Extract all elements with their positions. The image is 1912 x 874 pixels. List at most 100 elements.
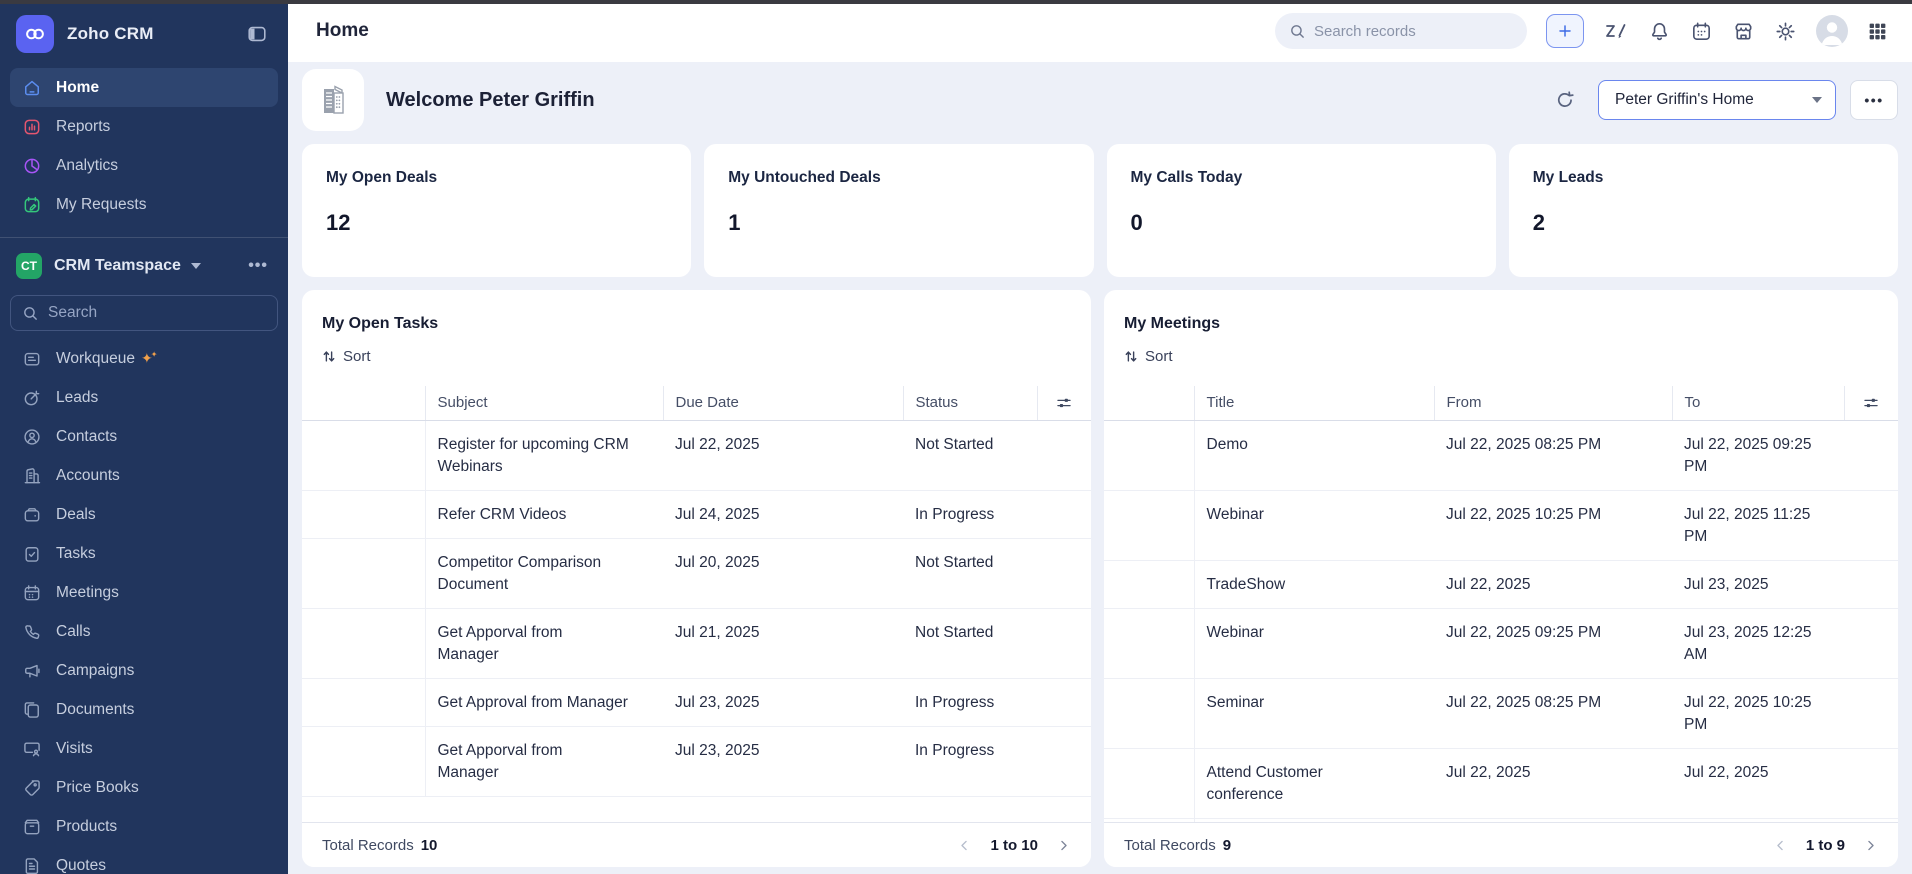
sidebar-primary-nav: Home Reports Analytics My Requests: [0, 68, 288, 224]
page-range: 1 to 9: [1805, 836, 1845, 854]
sidebar-item-calls[interactable]: Calls: [10, 612, 278, 651]
meeting-row[interactable]: TradeShow Jul 22, 2025 Jul 23, 2025: [1104, 560, 1898, 609]
global-search[interactable]: [1275, 13, 1527, 49]
settings-gear-icon[interactable]: [1774, 20, 1797, 43]
sidebar-item-visits[interactable]: Visits: [10, 729, 278, 768]
task-row[interactable]: Get Apporval from Manager Jul 23, 2025 I…: [302, 726, 1091, 797]
sidebar-item-leads[interactable]: Leads: [10, 378, 278, 417]
sidebar-item-contacts[interactable]: Contacts: [10, 417, 278, 456]
sidebar-item-tasks[interactable]: Tasks: [10, 534, 278, 573]
stat-card-open-deals[interactable]: My Open Deals 12: [302, 144, 692, 277]
sidebar-item-quotes[interactable]: Quotes: [10, 846, 278, 874]
top-bar-actions: [1275, 13, 1888, 49]
column-header-status[interactable]: Status: [902, 386, 1037, 421]
task-subject: Competitor Comparison Document: [424, 538, 663, 609]
brand-name: Zoho CRM: [67, 24, 154, 43]
meeting-to: Jul 23, 2025 12:25 AM: [1672, 608, 1844, 679]
sidebar-item-meetings[interactable]: Meetings: [10, 573, 278, 612]
sidebar-search-input[interactable]: [48, 304, 218, 322]
user-avatar[interactable]: [1816, 15, 1848, 47]
sidebar-item-workqueue[interactable]: Workqueue ✦✦: [10, 339, 278, 378]
sidebar-item-products[interactable]: Products: [10, 807, 278, 846]
meeting-row[interactable]: Demo Jul 22, 2025 08:25 PM Jul 22, 2025 …: [1104, 420, 1898, 491]
workqueue-icon: [22, 349, 42, 369]
stat-card-label: My Leads: [1532, 169, 1604, 186]
column-header-subject[interactable]: Subject: [424, 386, 663, 421]
calls-icon: [22, 622, 42, 642]
task-row[interactable]: Get Approval from Manager Jul 23, 2025 I…: [302, 678, 1091, 727]
more-options-button[interactable]: •••: [1850, 80, 1898, 120]
stat-card-calls-today[interactable]: My Calls Today 0: [1106, 144, 1496, 277]
home-view-dropdown-value: Peter Griffin's Home: [1615, 91, 1754, 108]
home-view-dropdown[interactable]: Peter Griffin's Home: [1598, 80, 1836, 120]
sidebar-item-label: Workqueue: [56, 349, 135, 367]
stat-card-leads[interactable]: My Leads 2: [1508, 144, 1898, 277]
task-row[interactable]: Refer CRM Videos Jul 24, 2025 In Progres…: [302, 490, 1091, 539]
sidebar-item-reports[interactable]: Reports: [10, 107, 278, 146]
sidebar-item-campaigns[interactable]: Campaigns: [10, 651, 278, 690]
sidebar-item-home[interactable]: Home: [10, 68, 278, 107]
meeting-row[interactable]: Seminar Jul 22, 2025 08:25 PM Jul 22, 20…: [1104, 678, 1898, 749]
column-header-to[interactable]: To: [1671, 386, 1844, 421]
sidebar-item-price-books[interactable]: Price Books: [10, 768, 278, 807]
previous-page-icon[interactable]: [1773, 838, 1788, 853]
zoho-crm-logo[interactable]: [16, 15, 54, 53]
notifications-bell-icon[interactable]: [1648, 20, 1671, 43]
sidebar-item-documents[interactable]: Documents: [10, 690, 278, 729]
sidebar-search[interactable]: [10, 295, 278, 331]
calendar-icon[interactable]: [1690, 20, 1713, 43]
column-settings-icon[interactable]: [1055, 394, 1073, 412]
teamspace-selector[interactable]: CT CRM Teamspace •••: [0, 241, 288, 291]
column-header-due-date[interactable]: Due Date: [662, 386, 903, 421]
meetings-sort-button[interactable]: Sort: [1124, 348, 1173, 365]
sidebar-item-accounts[interactable]: Accounts: [10, 456, 278, 495]
zia-icon[interactable]: [1603, 19, 1629, 43]
global-search-input[interactable]: [1314, 22, 1484, 40]
row-select-cell: [302, 538, 425, 609]
stat-card-untouched-deals[interactable]: My Untouched Deals 1: [704, 144, 1094, 277]
sidebar-item-label: Analytics: [56, 156, 119, 174]
quick-create-button[interactable]: [1546, 14, 1584, 48]
meeting-title: Seminar: [1193, 678, 1434, 749]
sidebar-item-label: Quotes: [56, 856, 106, 874]
sidebar-item-deals[interactable]: Deals: [10, 495, 278, 534]
teamspace-more-icon[interactable]: •••: [248, 257, 268, 275]
next-page-icon[interactable]: [1056, 838, 1071, 853]
page-range: 1 to 10: [990, 836, 1038, 854]
next-page-icon[interactable]: [1863, 838, 1878, 853]
task-row[interactable]: Register for upcoming CRM Webinars Jul 2…: [302, 420, 1091, 491]
task-row[interactable]: Competitor Comparison Document Jul 20, 2…: [302, 538, 1091, 609]
previous-page-icon[interactable]: [957, 838, 972, 853]
stat-card-value: 0: [1130, 210, 1143, 235]
sidebar-item-label: Leads: [56, 388, 99, 406]
meeting-row[interactable]: Webinar Jul 22, 2025 09:25 PM Jul 23, 20…: [1104, 608, 1898, 679]
sort-arrows-icon: [323, 351, 335, 362]
column-header-from[interactable]: From: [1433, 386, 1672, 421]
meeting-title: Webinar: [1193, 608, 1434, 679]
column-header-title[interactable]: Title: [1193, 386, 1434, 421]
sidebar-item-my-requests[interactable]: My Requests: [10, 185, 278, 224]
sidebar-item-label: Price Books: [56, 778, 139, 796]
tasks-pagination: 1 to 10: [957, 837, 1071, 854]
total-records-count: 10: [420, 836, 438, 854]
my-requests-icon: [22, 195, 42, 215]
sidebar-collapse-icon[interactable]: [246, 23, 268, 45]
meeting-row[interactable]: Webinar Jul 22, 2025 10:25 PM Jul 22, 20…: [1104, 490, 1898, 561]
search-icon: [1291, 24, 1304, 38]
apps-grid-icon[interactable]: [1867, 21, 1888, 42]
stat-card-value: 12: [326, 210, 351, 235]
teamspace-badge: CT: [16, 253, 42, 279]
tasks-icon: [22, 544, 42, 564]
meeting-row[interactable]: Attend Customer conference Jul 22, 2025 …: [1104, 748, 1898, 819]
task-row[interactable]: Get Apporval from Manager Jul 21, 2025 N…: [302, 608, 1091, 679]
zoho-crm-app: Zoho CRM Home Reports Analytics My Reque…: [0, 0, 1912, 874]
sidebar-item-label: Campaigns: [56, 661, 135, 679]
sidebar-item-label: Meetings: [56, 583, 119, 601]
stat-cards-row: My Open Deals 12 My Untouched Deals 1 My…: [302, 144, 1898, 277]
sidebar-item-analytics[interactable]: Analytics: [10, 146, 278, 185]
refresh-icon[interactable]: [1554, 89, 1576, 111]
tasks-sort-button[interactable]: Sort: [322, 348, 371, 365]
meeting-title: Attend Customer conference: [1193, 748, 1434, 819]
marketplace-icon[interactable]: [1732, 20, 1755, 43]
column-settings-icon[interactable]: [1862, 394, 1880, 412]
